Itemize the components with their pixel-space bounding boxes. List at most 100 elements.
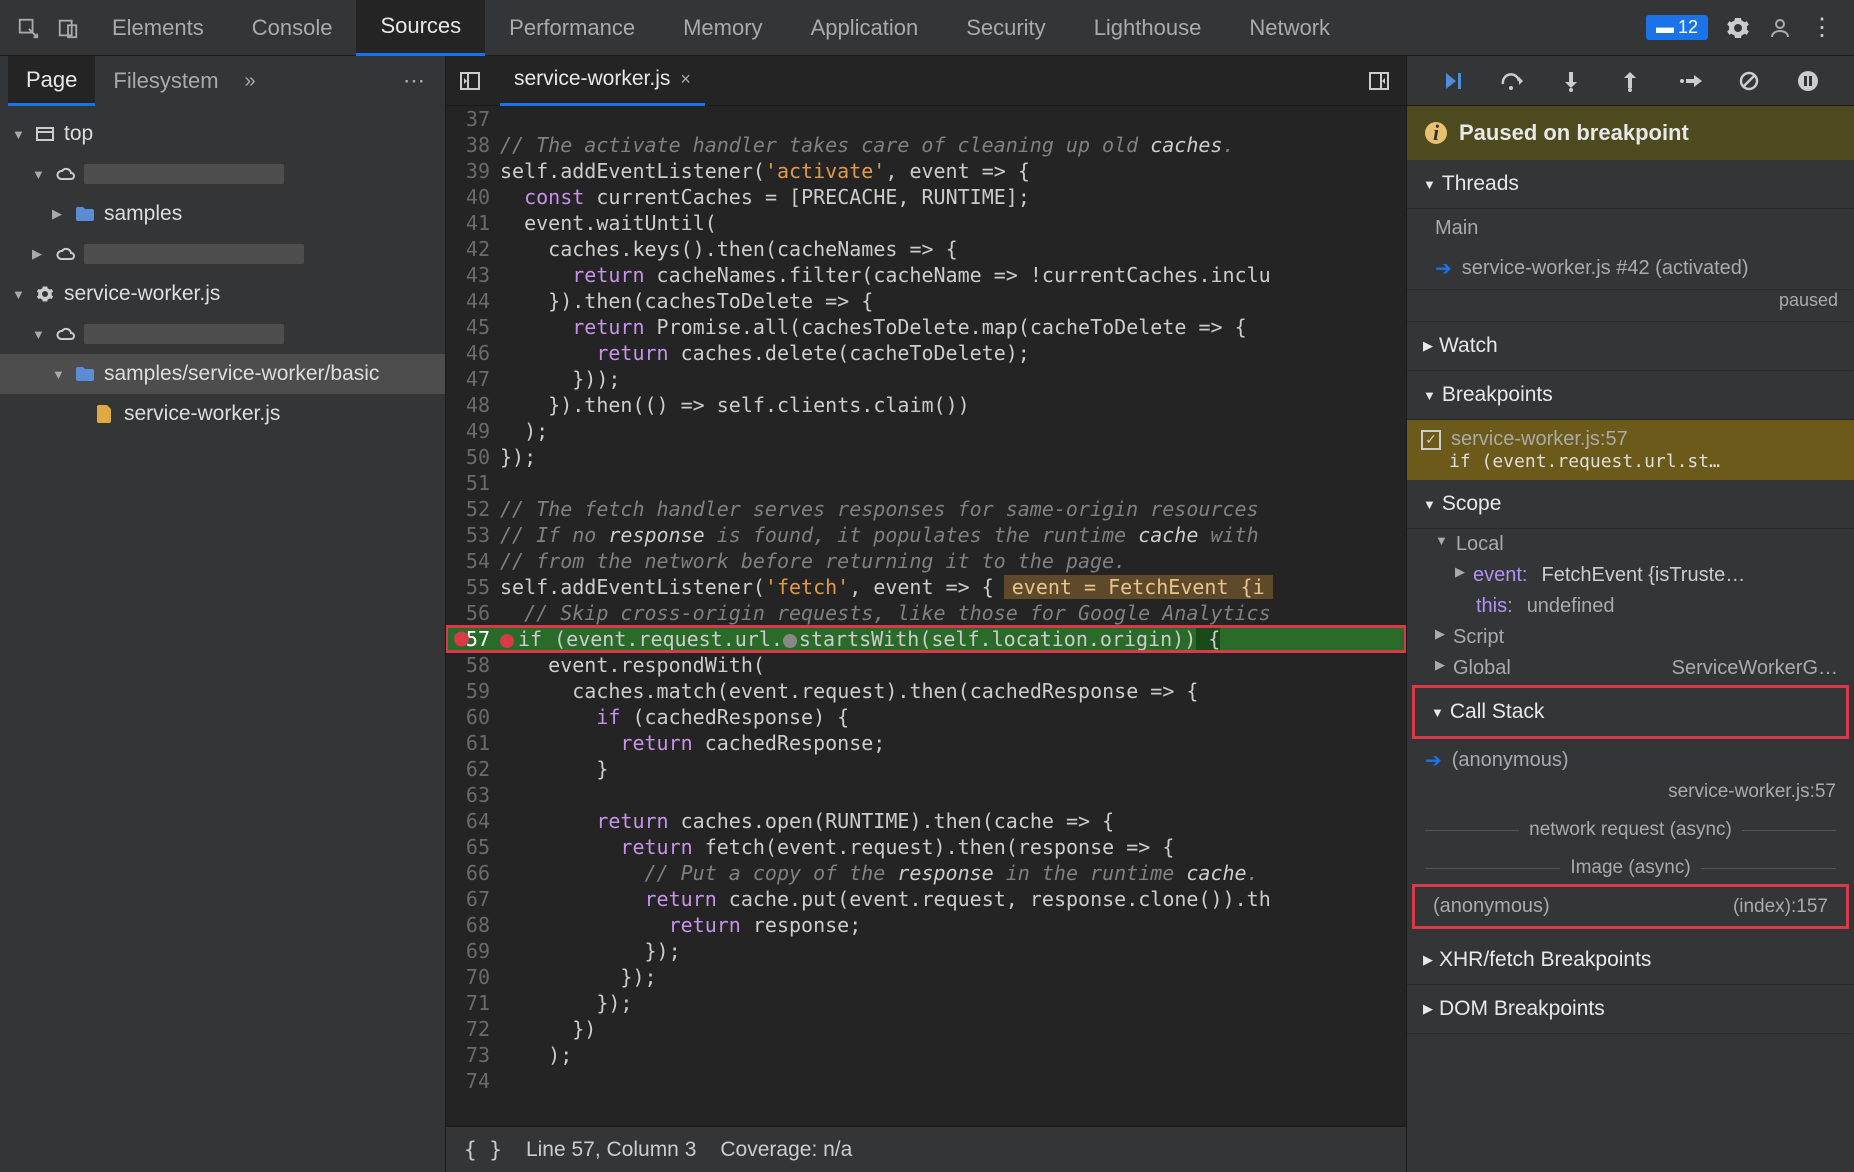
code-line[interactable]: 38// The activate handler takes care of …: [446, 132, 1406, 158]
code-line[interactable]: 47 }));: [446, 366, 1406, 392]
code-line[interactable]: 61 return cachedResponse;: [446, 730, 1406, 756]
code-line[interactable]: 63: [446, 782, 1406, 808]
breakpoint-checkbox[interactable]: ✓: [1421, 430, 1441, 450]
callstack-async-sep-2: Image (async): [1407, 849, 1854, 887]
code-line[interactable]: 39self.addEventListener('activate', even…: [446, 158, 1406, 184]
scope-global[interactable]: ▶Global ServiceWorkerG…: [1407, 653, 1854, 684]
tree-cloud-2[interactable]: ▶: [0, 234, 445, 274]
cloud-icon: [54, 243, 76, 265]
code-line[interactable]: 48 }).then(() => self.clients.claim()): [446, 392, 1406, 418]
cursor-position: Line 57, Column 3: [526, 1138, 696, 1162]
device-toggle-icon[interactable]: [48, 8, 88, 48]
filesystem-tab[interactable]: Filesystem: [95, 56, 236, 106]
watch-header[interactable]: ▶Watch: [1407, 322, 1854, 371]
tree-sw-top[interactable]: ▼ service-worker.js: [0, 274, 445, 314]
code-line[interactable]: 53// If no response is found, it populat…: [446, 522, 1406, 548]
code-line[interactable]: 45 return Promise.all(cachesToDelete.map…: [446, 314, 1406, 340]
thread-main[interactable]: Main: [1407, 209, 1854, 248]
breakpoint-item[interactable]: ✓ service-worker.js:57 if (event.request…: [1407, 420, 1854, 480]
code-line[interactable]: 43 return cacheNames.filter(cacheName =>…: [446, 262, 1406, 288]
resume-icon[interactable]: [1435, 63, 1471, 99]
pause-exceptions-icon[interactable]: [1790, 63, 1826, 99]
callstack-async-sep-1: network request (async): [1407, 811, 1854, 849]
scope-event[interactable]: ▶ event: FetchEvent {isTruste…: [1407, 560, 1854, 591]
code-line[interactable]: 52// The fetch handler serves responses …: [446, 496, 1406, 522]
step-icon[interactable]: [1672, 63, 1708, 99]
code-line[interactable]: 55self.addEventListener('fetch', event =…: [446, 574, 1406, 600]
editor-status-bar: { } Line 57, Column 3 Coverage: n/a: [446, 1126, 1406, 1172]
tree-cloud-1[interactable]: ▼: [0, 154, 445, 194]
step-into-icon[interactable]: [1553, 63, 1589, 99]
file-tab[interactable]: service-worker.js ×: [500, 56, 705, 106]
code-editor[interactable]: 3738// The activate handler takes care o…: [446, 106, 1406, 1126]
account-icon[interactable]: [1768, 16, 1792, 40]
code-line[interactable]: 41 event.waitUntil(: [446, 210, 1406, 236]
threads-header[interactable]: ▼Threads: [1407, 160, 1854, 209]
tree-folder-basic[interactable]: ▼ samples/service-worker/basic: [0, 354, 445, 394]
code-line[interactable]: 59 caches.match(event.request).then(cach…: [446, 678, 1406, 704]
code-line[interactable]: 58 event.respondWith(: [446, 652, 1406, 678]
scope-local[interactable]: ▼Local: [1407, 529, 1854, 560]
xhr-breakpoints-header[interactable]: ▶XHR/fetch Breakpoints: [1407, 936, 1854, 985]
tab-sources[interactable]: Sources: [356, 0, 485, 56]
pretty-print-icon[interactable]: { }: [464, 1138, 502, 1162]
dom-breakpoints-header[interactable]: ▶DOM Breakpoints: [1407, 985, 1854, 1034]
tree-file-sw[interactable]: service-worker.js: [0, 394, 445, 434]
tab-security[interactable]: Security: [942, 0, 1069, 56]
code-line[interactable]: 71 });: [446, 990, 1406, 1016]
code-line[interactable]: 66 // Put a copy of the response in the …: [446, 860, 1406, 886]
step-over-icon[interactable]: [1494, 63, 1530, 99]
settings-icon[interactable]: [1726, 16, 1750, 40]
navigator-menu-icon[interactable]: ⋯: [403, 68, 437, 94]
callstack-frame-2[interactable]: (anonymous) (index):157: [1415, 887, 1846, 926]
code-line[interactable]: 46 return caches.delete(cacheToDelete);: [446, 340, 1406, 366]
step-out-icon[interactable]: [1612, 63, 1648, 99]
scope-script[interactable]: ▶Script: [1407, 622, 1854, 653]
toggle-navigator-icon[interactable]: [450, 61, 490, 101]
issues-badge[interactable]: ▬12: [1646, 15, 1708, 40]
code-line[interactable]: 40 const currentCaches = [PRECACHE, RUNT…: [446, 184, 1406, 210]
code-line[interactable]: 64 return caches.open(RUNTIME).then(cach…: [446, 808, 1406, 834]
code-line[interactable]: 70 });: [446, 964, 1406, 990]
code-line[interactable]: 57if (event.request.url.startsWith(self.…: [446, 626, 1406, 652]
code-line[interactable]: 49 );: [446, 418, 1406, 444]
inspect-element-icon[interactable]: [8, 8, 48, 48]
more-menu-icon[interactable]: ⋮: [1810, 13, 1834, 42]
code-line[interactable]: 44 }).then(cachesToDelete => {: [446, 288, 1406, 314]
code-line[interactable]: 73 );: [446, 1042, 1406, 1068]
tab-performance[interactable]: Performance: [485, 0, 659, 56]
code-line[interactable]: 62 }: [446, 756, 1406, 782]
tab-application[interactable]: Application: [787, 0, 943, 56]
close-tab-icon[interactable]: ×: [680, 69, 691, 90]
code-line[interactable]: 67 return cache.put(event.request, respo…: [446, 886, 1406, 912]
callstack-header[interactable]: ▼Call Stack: [1415, 688, 1846, 736]
scope-header[interactable]: ▼Scope: [1407, 480, 1854, 529]
tab-console[interactable]: Console: [228, 0, 357, 56]
more-tabs-icon[interactable]: »: [245, 70, 256, 93]
tab-lighthouse[interactable]: Lighthouse: [1070, 0, 1226, 56]
code-line[interactable]: 65 return fetch(event.request).then(resp…: [446, 834, 1406, 860]
code-line[interactable]: 42 caches.keys().then(cacheNames => {: [446, 236, 1406, 262]
code-line[interactable]: 56 // Skip cross-origin requests, like t…: [446, 600, 1406, 626]
code-line[interactable]: 72 }): [446, 1016, 1406, 1042]
tab-memory[interactable]: Memory: [659, 0, 786, 56]
code-line[interactable]: 69 });: [446, 938, 1406, 964]
code-line[interactable]: 37: [446, 106, 1406, 132]
thread-active[interactable]: ➔ service-worker.js #42 (activated): [1407, 248, 1854, 290]
code-line[interactable]: 50});: [446, 444, 1406, 470]
code-line[interactable]: 60 if (cachedResponse) {: [446, 704, 1406, 730]
tree-cloud-3[interactable]: ▼: [0, 314, 445, 354]
tab-network[interactable]: Network: [1225, 0, 1354, 56]
code-line[interactable]: 74: [446, 1068, 1406, 1094]
code-line[interactable]: 54// from the network before returning i…: [446, 548, 1406, 574]
code-line[interactable]: 68 return response;: [446, 912, 1406, 938]
tab-elements[interactable]: Elements: [88, 0, 228, 56]
deactivate-breakpoints-icon[interactable]: [1731, 63, 1767, 99]
tree-top[interactable]: ▼ top: [0, 114, 445, 154]
tree-samples[interactable]: ▶ samples: [0, 194, 445, 234]
code-line[interactable]: 51: [446, 470, 1406, 496]
breakpoints-header[interactable]: ▼Breakpoints: [1407, 371, 1854, 420]
page-tab[interactable]: Page: [8, 56, 95, 106]
callstack-frame-1[interactable]: ➔ (anonymous): [1407, 740, 1854, 781]
toggle-debugger-icon[interactable]: [1366, 61, 1406, 101]
